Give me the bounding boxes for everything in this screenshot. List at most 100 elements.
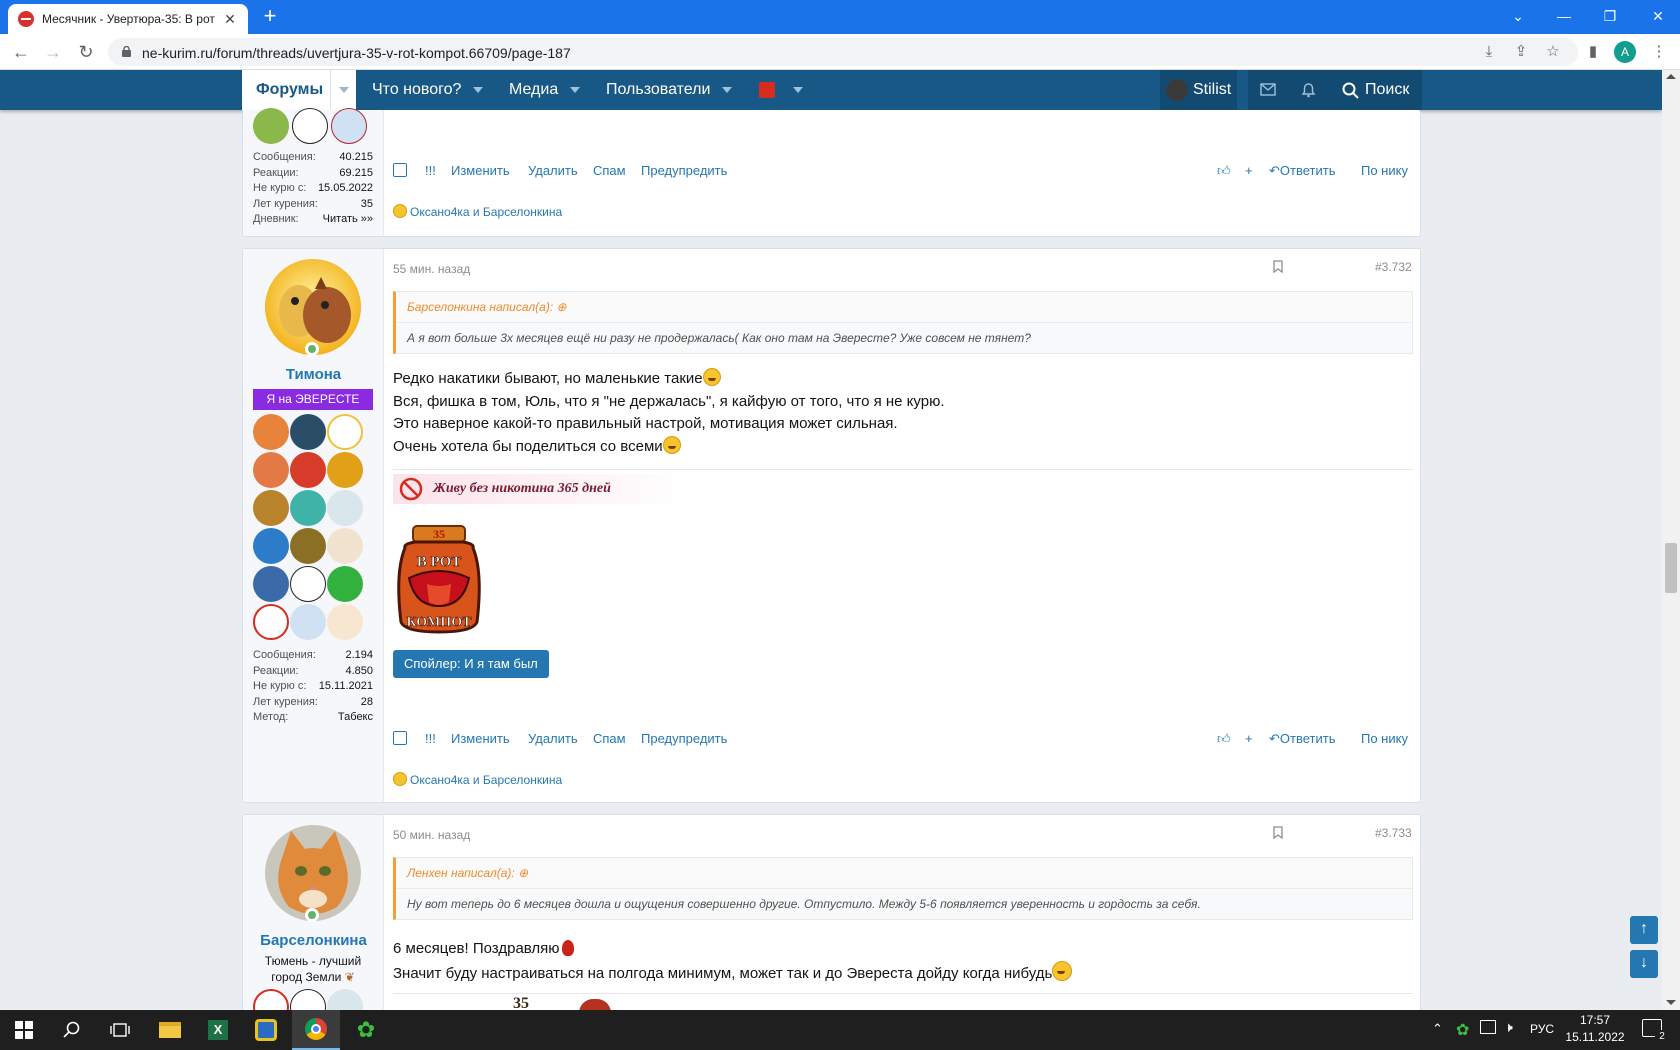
post-time[interactable]: 55 мин. назад	[393, 262, 470, 276]
nav-alerts-group	[1248, 70, 1328, 110]
multiquote-plus-icon[interactable]: +	[1245, 731, 1253, 746]
page-scrollbar[interactable]	[1662, 70, 1680, 1010]
quote-header[interactable]: Барселонкина написал(а): ⊕	[396, 292, 1412, 323]
reply-link[interactable]: ↶Ответить	[1269, 163, 1335, 179]
report-link[interactable]: !!!	[425, 731, 436, 746]
restore-button[interactable]: ❐	[1598, 6, 1622, 26]
post-username[interactable]: Тимона	[243, 366, 384, 383]
edit-link[interactable]: Изменить	[451, 163, 510, 178]
minimize-button[interactable]: —	[1552, 6, 1576, 26]
nav-forums-dropdown[interactable]	[330, 70, 356, 110]
tray-chevron-icon[interactable]: ⌃	[1432, 1021, 1443, 1037]
nav-whats-new[interactable]: Что нового?	[372, 70, 484, 110]
nav-sos[interactable]	[759, 70, 803, 110]
select-checkbox[interactable]	[393, 731, 407, 745]
scrollbar-thumb[interactable]	[1665, 543, 1677, 593]
bookmark-icon[interactable]	[1273, 826, 1289, 842]
clock[interactable]: 17:57 15.11.2022	[1560, 1012, 1630, 1046]
avatar[interactable]	[265, 259, 361, 355]
chrome-button[interactable]	[292, 1010, 340, 1050]
delete-link[interactable]: Удалить	[528, 731, 578, 746]
reactions-bar[interactable]: Оксано4ка и Барселонкина	[393, 204, 562, 219]
cup-trophy-icon	[290, 528, 326, 564]
warn-link[interactable]: Предупредить	[641, 163, 727, 178]
share-icon[interactable]: ⇪	[1512, 43, 1530, 61]
profile-avatar[interactable]: A	[1614, 41, 1636, 63]
nav-media[interactable]: Медиа	[509, 70, 581, 110]
notifications-icon[interactable]: 2	[1642, 1019, 1669, 1044]
warn-link[interactable]: Предупредить	[641, 731, 727, 746]
message-line: Вся, фишка в том, Юль, что я "не держала…	[393, 392, 945, 410]
app-button[interactable]	[242, 1010, 290, 1050]
file-explorer-button[interactable]	[146, 1010, 194, 1050]
reload-icon[interactable]: ↻	[75, 42, 97, 62]
scroll-down-arrow-icon[interactable]	[1666, 1000, 1676, 1005]
reactions-bar[interactable]: Оксано4ка и Барселонкина	[393, 772, 562, 787]
stat-label: Не курю с:	[253, 680, 307, 692]
nav-forums-tab[interactable]: Форумы	[242, 70, 356, 110]
volume-icon[interactable]: 🕨︎	[1504, 1019, 1513, 1036]
like-thumb-icon[interactable]: 👍︎	[1217, 731, 1231, 747]
back-arrow-icon[interactable]: ←	[10, 42, 32, 62]
browser-tab[interactable]: Месячник - Увертюра-35: В рот ✕	[8, 4, 248, 34]
language-indicator[interactable]: РУС	[1530, 1022, 1554, 1036]
stat-row: Лет курения: 35	[253, 197, 373, 213]
diary-link[interactable]: Читать »»	[323, 212, 373, 228]
icq-tray-icon[interactable]: ✿	[1456, 1020, 1469, 1040]
scroll-to-top-button[interactable]: ↑	[1630, 916, 1658, 944]
post-time[interactable]: 50 мин. назад	[393, 828, 470, 842]
spam-link[interactable]: Спам	[593, 731, 626, 746]
address-bar[interactable]: ne-kurim.ru/forum/threads/uvertjura-35-v…	[108, 38, 1578, 66]
post-actions: !!! Изменить Удалить Спам Предупредить 👍…	[393, 160, 1413, 182]
stat-value: Табекс	[337, 711, 373, 723]
reply-link[interactable]: ↶Ответить	[1269, 731, 1335, 747]
edit-link[interactable]: Изменить	[451, 731, 510, 746]
stat-value: 2.194	[345, 649, 373, 661]
icq-button[interactable]: ✿	[342, 1010, 390, 1050]
spam-link[interactable]: Спам	[593, 163, 626, 178]
task-view-button[interactable]	[96, 1010, 144, 1050]
quote-header[interactable]: Ленхен написал(а): ⊕	[396, 858, 1412, 889]
bookmark-star-icon[interactable]: ☆	[1544, 43, 1562, 61]
like-thumb-icon[interactable]: 👍︎	[1217, 163, 1231, 179]
tab-search-icon[interactable]: ⌄	[1506, 6, 1530, 26]
report-link[interactable]: !!!	[425, 163, 436, 178]
excel-button[interactable]: X	[194, 1010, 242, 1050]
close-window-button[interactable]: ✕	[1646, 6, 1670, 26]
forward-arrow-icon[interactable]: →	[42, 42, 64, 62]
multiquote-plus-icon[interactable]: +	[1245, 163, 1253, 178]
post-username[interactable]: Барселонкина	[243, 932, 384, 949]
avatar[interactable]	[265, 825, 361, 921]
message-text: 6 месяцев! Поздравляю	[393, 940, 560, 957]
network-icon[interactable]	[1480, 1020, 1496, 1034]
clock-time: 17:57	[1579, 1013, 1611, 1027]
nav-users[interactable]: Пользователи	[606, 70, 733, 110]
scroll-up-arrow-icon[interactable]	[1666, 74, 1676, 79]
message-text: Редко накатики бывают, но маленькие таки…	[393, 370, 703, 387]
nav-account[interactable]: Stilist	[1160, 70, 1238, 110]
stat-value: 35	[360, 197, 373, 210]
by-nick-link[interactable]: По нику	[1361, 163, 1408, 178]
select-checkbox[interactable]	[393, 163, 407, 177]
install-app-icon[interactable]: ⤓	[1480, 43, 1498, 61]
close-tab-icon[interactable]: ✕	[222, 11, 238, 28]
post-number[interactable]: #3.732	[1375, 260, 1412, 274]
bookmark-icon[interactable]	[1273, 260, 1289, 276]
start-button[interactable]	[0, 1010, 48, 1050]
by-nick-link[interactable]: По нику	[1361, 731, 1408, 746]
message-text: Очень хотела бы поделиться со всеми	[393, 437, 663, 455]
spoiler-button[interactable]: Спойлер: И я там был	[393, 650, 549, 678]
post-previous: Сообщения: 40.215 Реакции: 69.215 Не курю …	[242, 108, 1421, 237]
user-stats: Сообщения: 2.194 Реакции: 4.850 Не курю с:…	[253, 648, 373, 726]
side-panel-icon[interactable]: ▮	[1584, 43, 1602, 61]
delete-link[interactable]: Удалить	[528, 163, 578, 178]
search-taskbar-button[interactable]	[48, 1010, 96, 1050]
menu-kebab-icon[interactable]: ⋮	[1650, 43, 1668, 61]
reactions-users: Оксано4ка и Барселонкина	[410, 773, 563, 787]
nav-search[interactable]: Поиск	[1328, 70, 1422, 110]
post-number[interactable]: #3.733	[1375, 826, 1412, 840]
new-tab-button[interactable]: +	[258, 5, 282, 28]
scroll-to-bottom-button[interactable]: ↓	[1630, 950, 1658, 978]
envelope-icon[interactable]	[1260, 83, 1276, 96]
bell-icon[interactable]	[1301, 82, 1316, 98]
